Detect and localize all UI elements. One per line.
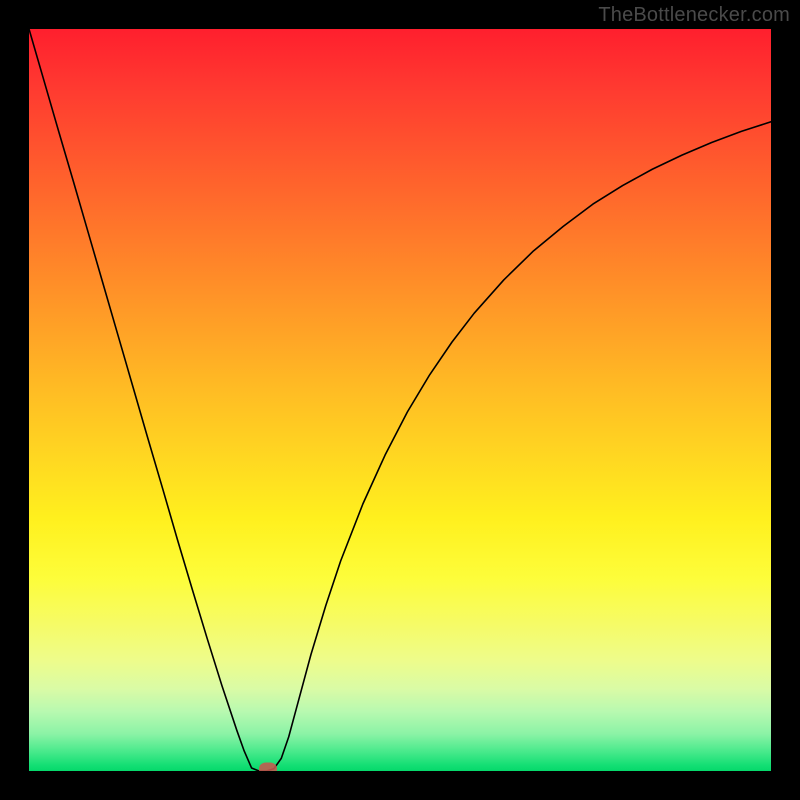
- bottleneck-curve: [29, 29, 771, 771]
- curve-layer: [29, 29, 771, 771]
- optimal-point-marker: [259, 762, 277, 771]
- chart-frame: TheBottlenecker.com: [0, 0, 800, 800]
- watermark-text: TheBottlenecker.com: [598, 4, 790, 27]
- plot-area: [29, 29, 771, 771]
